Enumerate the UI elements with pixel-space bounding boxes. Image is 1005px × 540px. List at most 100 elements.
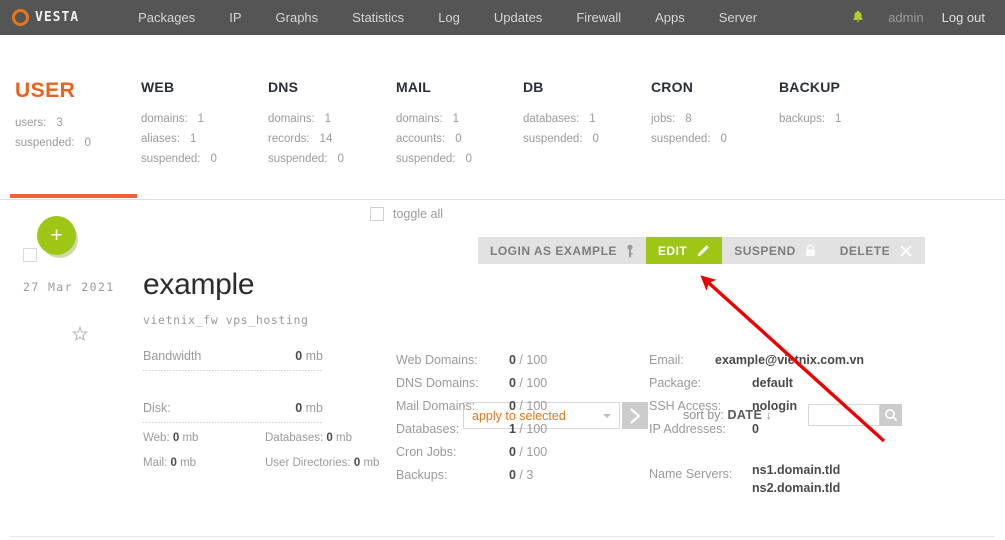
disk-label: Disk: bbox=[143, 401, 171, 415]
stat-title-cron: CRON bbox=[651, 79, 694, 95]
edit-label: EDIT bbox=[657, 243, 688, 258]
nav-item-log[interactable]: Log bbox=[421, 10, 477, 25]
stat-row: backups: 1 bbox=[779, 109, 841, 129]
stat-value: 3 bbox=[56, 117, 63, 129]
nav-item-statistics[interactable]: Statistics bbox=[335, 10, 421, 25]
disk-value: 0 mb bbox=[295, 401, 323, 415]
stat-row: suspended: 0 bbox=[15, 133, 91, 153]
active-tab-underline bbox=[10, 194, 137, 198]
stat-label: records: bbox=[268, 133, 310, 145]
name-server-2: ns2.domain.tld bbox=[752, 481, 841, 495]
stat-label: suspended: bbox=[141, 153, 201, 165]
plus-icon: + bbox=[50, 223, 63, 247]
stat-label: domains: bbox=[268, 113, 315, 125]
close-icon bbox=[899, 244, 913, 258]
nav-logout-link[interactable]: Log out bbox=[938, 10, 995, 25]
nav-user-admin[interactable]: admin bbox=[878, 10, 933, 25]
stat-title-user: USER bbox=[15, 79, 76, 102]
resource-counters-column: Web Domains: 0 / 100 DNS Domains: 0 / 10… bbox=[396, 349, 547, 487]
nav-item-updates[interactable]: Updates bbox=[477, 10, 559, 25]
nav-item-apps[interactable]: Apps bbox=[638, 10, 702, 25]
bandwidth-value: 0 mb bbox=[295, 349, 323, 363]
stat-label: aliases: bbox=[141, 133, 180, 145]
list-toolbar: toggle all apply to selected sort by: DA… bbox=[0, 200, 1005, 429]
delete-button[interactable]: DELETE bbox=[827, 237, 926, 264]
suspend-label: SUSPEND bbox=[734, 243, 796, 258]
stat-row: jobs: 8 bbox=[651, 109, 727, 129]
disk-breakdown: Web: 0 mb Databases: 0 mb Mail: 0 mb Use… bbox=[143, 432, 379, 469]
stat-title-dns: DNS bbox=[268, 79, 299, 95]
stat-label: users: bbox=[15, 117, 47, 129]
stat-label: jobs: bbox=[651, 113, 676, 125]
stat-label: suspended: bbox=[523, 133, 583, 145]
stat-row: suspended: 0 bbox=[651, 129, 727, 149]
counter-dns-domains: DNS Domains: 0 / 100 bbox=[396, 376, 548, 390]
info-package: Package: default bbox=[649, 376, 793, 390]
toggle-all-control[interactable]: toggle all bbox=[370, 207, 443, 221]
stat-row: suspended: 0 bbox=[523, 129, 599, 149]
stat-value: 0 bbox=[84, 137, 91, 149]
stat-value: 0 bbox=[210, 153, 217, 165]
stat-row: suspended: 0 bbox=[141, 149, 217, 169]
record-title: example bbox=[143, 268, 255, 301]
usage-meters-column: Bandwidth 0 mb Disk: 0 mb Web: 0 mb Data… bbox=[143, 349, 379, 469]
stat-value: 1 bbox=[324, 113, 332, 125]
record-subtitle: vietnix_fw vps_hosting bbox=[143, 313, 309, 327]
stat-title-mail: MAIL bbox=[396, 79, 432, 95]
stat-value: 1 bbox=[197, 113, 205, 125]
notification-bell-icon[interactable] bbox=[842, 10, 874, 26]
toggle-all-label: toggle all bbox=[393, 207, 444, 221]
disk-mail-usage: Mail: 0 mb bbox=[143, 457, 197, 469]
nav-items: Packages IP Graphs Statistics Log Update… bbox=[121, 10, 774, 25]
bandwidth-meter: Bandwidth 0 mb bbox=[143, 349, 323, 371]
lock-icon bbox=[805, 244, 816, 257]
info-ssh-access: SSH Access: nologin bbox=[649, 399, 798, 413]
stat-label: suspended: bbox=[396, 153, 456, 165]
disk-meter-line bbox=[143, 422, 323, 423]
disk-databases-usage: Databases: 0 mb bbox=[265, 432, 352, 444]
stat-label: accounts: bbox=[396, 133, 446, 145]
nav-item-graphs[interactable]: Graphs bbox=[259, 10, 336, 25]
stat-row: aliases: 1 bbox=[141, 129, 217, 149]
name-server-1: ns1.domain.tld bbox=[752, 463, 841, 477]
stat-group-mail: MAIL domains: 1 accounts: 0 suspended: 0 bbox=[396, 79, 472, 169]
counter-web-domains: Web Domains: 0 / 100 bbox=[396, 353, 548, 367]
row-select-checkbox[interactable] bbox=[23, 248, 37, 262]
stat-group-user: USER users: 3 suspended: 0 bbox=[15, 79, 91, 153]
edit-button[interactable]: EDIT bbox=[645, 237, 723, 264]
stat-row: records: 14 bbox=[268, 129, 344, 149]
nav-item-firewall[interactable]: Firewall bbox=[559, 10, 638, 25]
vesta-logo[interactable]: VESTA bbox=[12, 9, 79, 26]
disk-meter: Disk: 0 mb bbox=[143, 401, 323, 423]
stat-value: 0 bbox=[720, 133, 727, 145]
nav-item-packages[interactable]: Packages bbox=[121, 10, 212, 25]
favorite-star-icon[interactable] bbox=[71, 325, 89, 347]
login-as-example-button[interactable]: LOGIN AS EXAMPLE bbox=[478, 237, 646, 264]
stat-value: 0 bbox=[592, 133, 599, 145]
stat-label: domains: bbox=[141, 113, 188, 125]
stat-value: 1 bbox=[589, 113, 596, 125]
record-date: 27 Mar 2021 bbox=[23, 280, 115, 294]
add-user-button[interactable]: + bbox=[37, 216, 76, 255]
stat-group-db: DB databases: 1 suspended: 0 bbox=[523, 79, 599, 149]
top-navigation-bar: VESTA Packages IP Graphs Statistics Log … bbox=[0, 0, 1005, 35]
pencil-icon bbox=[696, 244, 710, 258]
suspend-button[interactable]: SUSPEND bbox=[722, 237, 828, 264]
nav-item-server[interactable]: Server bbox=[702, 10, 774, 25]
stat-row: suspended: 0 bbox=[396, 149, 472, 169]
toggle-all-checkbox[interactable] bbox=[370, 207, 384, 221]
counter-backups: Backups: 0 / 3 bbox=[396, 468, 534, 482]
stat-title-backup: BACKUP bbox=[779, 79, 841, 95]
stat-value: 0 bbox=[337, 153, 344, 165]
nav-item-ip[interactable]: IP bbox=[212, 10, 258, 25]
key-icon bbox=[626, 244, 634, 258]
disk-userdirs-usage: User Directories: 0 mb bbox=[265, 457, 380, 469]
nav-right-group: admin Log out bbox=[842, 10, 995, 26]
stat-group-cron: CRON jobs: 8 suspended: 0 bbox=[651, 79, 727, 149]
stat-label: suspended: bbox=[15, 137, 75, 149]
stat-value: 8 bbox=[685, 113, 692, 125]
record-action-buttons: LOGIN AS EXAMPLE EDIT SUSPEND DELETE bbox=[478, 237, 926, 264]
stats-summary-strip: USER users: 3 suspended: 0 WEB domains: 1 a… bbox=[0, 35, 1005, 185]
stat-label: suspended: bbox=[268, 153, 328, 165]
stat-row: domains: 1 bbox=[268, 109, 344, 129]
